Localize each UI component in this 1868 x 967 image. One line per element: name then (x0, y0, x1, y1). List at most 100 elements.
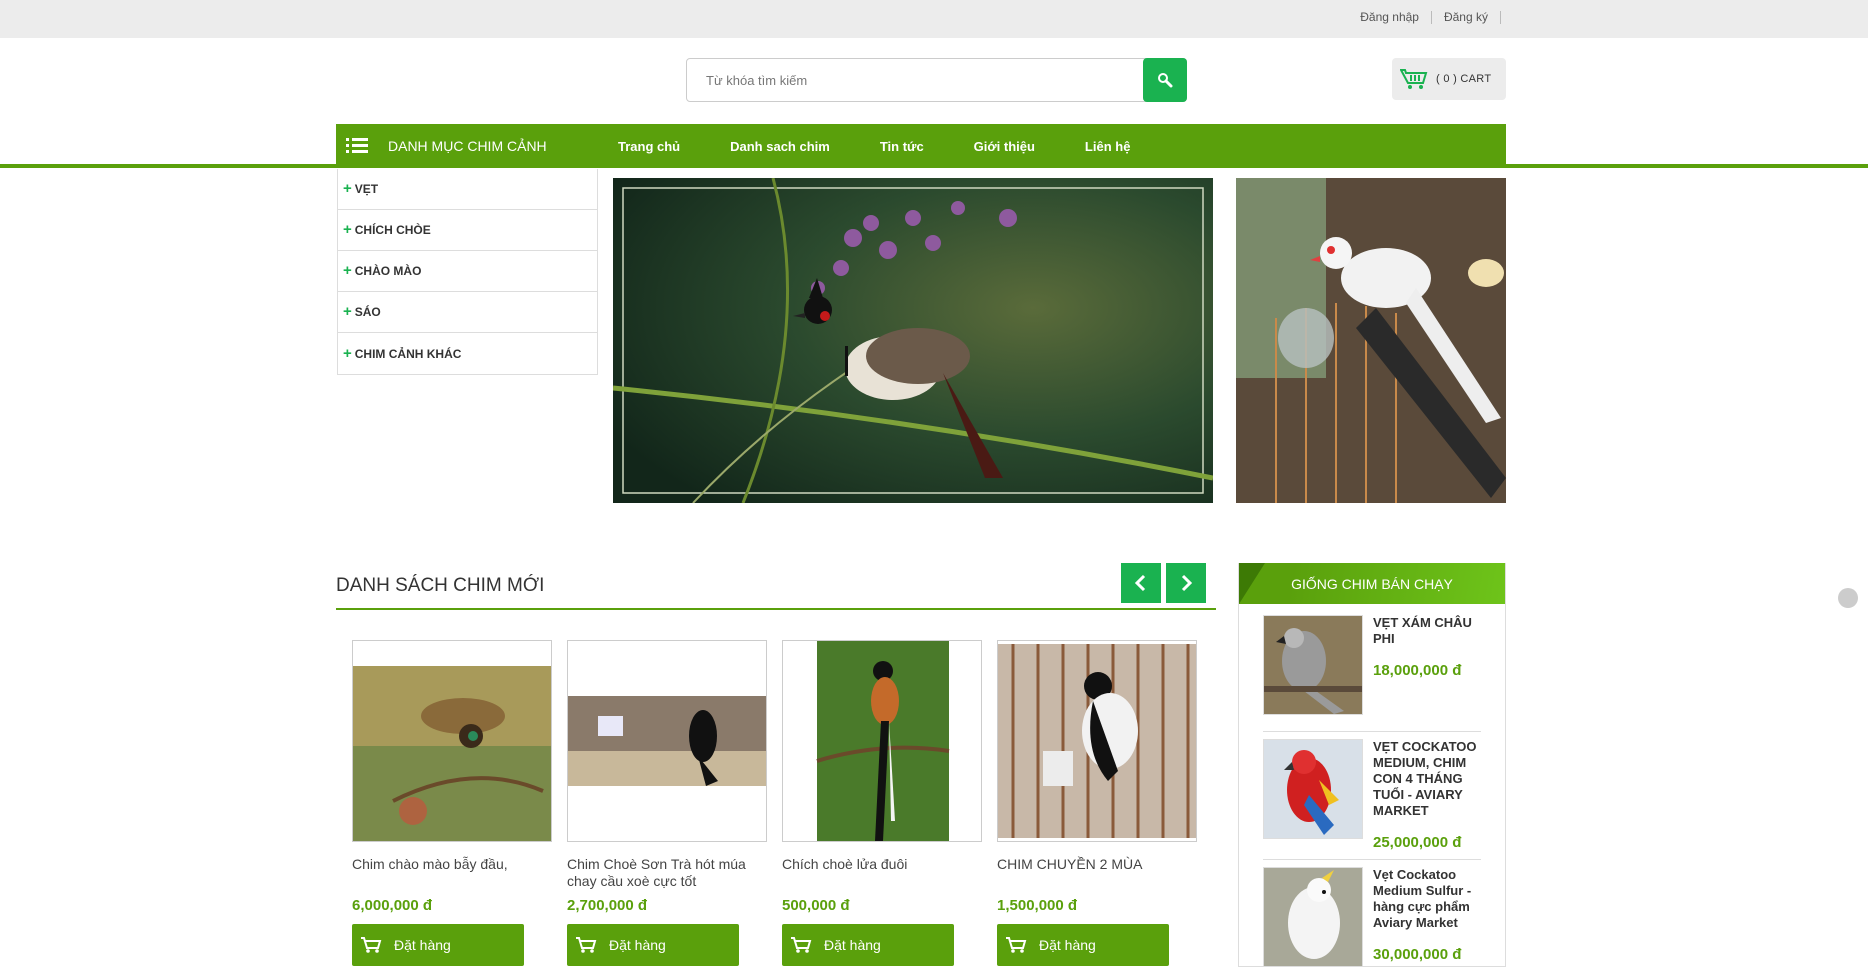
order-button[interactable]: Đặt hàng (997, 924, 1169, 966)
nav-link-contact[interactable]: Liên hệ (1085, 139, 1131, 154)
chevron-right-icon (1181, 574, 1193, 592)
bestseller-name[interactable]: VẸT COCKATOO MEDIUM, CHIM CON 4 THÁNG TU… (1373, 739, 1481, 819)
bestseller-header: GIỐNG CHIM BÁN CHẠY (1239, 563, 1505, 604)
search-box (686, 58, 1187, 102)
sidebar-item-label: CHIM CẢNH KHÁC (354, 346, 462, 361)
bestseller-item[interactable]: VẸT XÁM CHÂU PHI 18,000,000 đ (1263, 615, 1481, 715)
product-card[interactable]: CHIM CHUYỀN 2 MÙA 1,500,000 đ Đặt hàng (997, 640, 1197, 966)
category-sidebar: + VẸT + CHÍCH CHÒE + CHÀO MÀO + SÁO + CHIM CẢ… (337, 169, 598, 375)
bestseller-panel: GIỐNG CHIM BÁN CHẠY VẸT XÁM CHÂU PHI 18,… (1238, 563, 1506, 967)
bestseller-item[interactable]: VẸT COCKATOO MEDIUM, CHIM CON 4 THÁNG TU… (1263, 739, 1481, 851)
product-name[interactable]: Chích choè lửa đuôi (782, 856, 982, 896)
divider (1263, 731, 1481, 732)
divider (1263, 859, 1481, 860)
product-card[interactable]: Chích choè lửa đuôi 500,000 đ Đặt hàng (782, 640, 982, 966)
plus-icon: + (343, 262, 352, 279)
order-button-label: Đặt hàng (824, 937, 881, 953)
product-price: 500,000 đ (782, 897, 850, 914)
sidebar-item-label: CHÍCH CHÒE (354, 223, 431, 237)
register-link[interactable]: Đăng ký (1432, 11, 1501, 24)
hero-bird-photo (613, 178, 1213, 503)
bestseller-photo (1264, 740, 1362, 838)
bestseller-item[interactable]: Vẹt Cockatoo Medium Sulfur - hàng cực ph… (1263, 867, 1481, 966)
plus-icon: + (343, 344, 352, 362)
order-button[interactable]: Đặt hàng (567, 924, 739, 966)
product-image[interactable] (567, 640, 767, 842)
product-image[interactable] (352, 640, 552, 842)
product-image[interactable] (782, 640, 982, 842)
menu-list-icon (346, 138, 368, 153)
account-links: Đăng nhập Đăng ký (1348, 11, 1501, 24)
sidebar-item-parrot[interactable]: + VẸT (338, 169, 597, 210)
cart-icon (576, 937, 597, 953)
plus-icon: + (343, 221, 352, 238)
product-card[interactable]: Chim chào mào bẫy đầu, 6,000,000 đ Đặt h… (352, 640, 552, 966)
plus-icon: + (343, 303, 352, 320)
nav-link-bird-list[interactable]: Danh sach chim (730, 139, 830, 154)
bestseller-photo (1264, 616, 1362, 714)
order-button-label: Đặt hàng (394, 937, 451, 953)
product-card[interactable]: Chim Choè Sơn Trà hót múa chay cầu xoè c… (567, 640, 767, 966)
product-name[interactable]: Chim chào mào bẫy đầu, (352, 856, 552, 896)
bestseller-name[interactable]: VẸT XÁM CHÂU PHI (1373, 615, 1481, 647)
sidebar-item-magpie-robin[interactable]: + CHÍCH CHÒE (338, 210, 597, 251)
product-name[interactable]: Chim Choè Sơn Trà hót múa chay cầu xoè c… (567, 856, 767, 896)
sidebar-item-myna[interactable]: + SÁO (338, 292, 597, 333)
product-price: 6,000,000 đ (352, 897, 433, 914)
product-name[interactable]: CHIM CHUYỀN 2 MÙA (997, 856, 1197, 896)
cart-label: ( 0 ) CART (1436, 73, 1492, 85)
bestseller-image[interactable] (1263, 739, 1363, 839)
cart-basket-icon (1400, 69, 1428, 89)
product-photo (568, 641, 766, 841)
bestseller-title: GIỐNG CHIM BÁN CHẠY (1291, 575, 1453, 592)
bestseller-name[interactable]: Vẹt Cockatoo Medium Sulfur - hàng cực ph… (1373, 867, 1481, 931)
bestseller-info: Vẹt Cockatoo Medium Sulfur - hàng cực ph… (1373, 867, 1481, 966)
order-button[interactable]: Đặt hàng (352, 924, 524, 966)
product-photo (998, 641, 1196, 841)
nav-link-home[interactable]: Trang chủ (618, 139, 680, 154)
bestseller-image[interactable] (1263, 615, 1363, 715)
bestseller-info: VẸT COCKATOO MEDIUM, CHIM CON 4 THÁNG TU… (1373, 739, 1481, 851)
main-nav: DANH MỤC CHIM CẢNH Trang chủ Danh sach c… (336, 124, 1506, 168)
sidebar-item-label: VẸT (354, 182, 379, 196)
top-bar: Đăng nhập Đăng ký (0, 0, 1868, 38)
product-photo (353, 641, 551, 841)
side-banner-bird-photo (1236, 178, 1506, 503)
nav-link-about[interactable]: Giới thiệu (974, 139, 1035, 154)
category-menu-title: DANH MỤC CHIM CẢNH (388, 138, 547, 154)
cart-button[interactable]: ( 0 ) CART (1392, 58, 1506, 100)
order-button-label: Đặt hàng (1039, 937, 1096, 953)
chevron-left-icon (1134, 574, 1146, 592)
cart-icon (1006, 937, 1027, 953)
cart-icon (361, 937, 382, 953)
product-photo (783, 641, 981, 841)
login-link[interactable]: Đăng nhập (1348, 11, 1432, 24)
bestseller-image[interactable] (1263, 867, 1363, 966)
carousel-next-button[interactable] (1166, 563, 1206, 603)
search-icon (1158, 73, 1173, 88)
cart-icon (791, 937, 812, 953)
product-image[interactable] (997, 640, 1197, 842)
search-button[interactable] (1143, 58, 1187, 102)
hero-slider[interactable] (613, 178, 1213, 503)
scroll-to-top-button[interactable] (1838, 588, 1858, 608)
sidebar-item-other-birds[interactable]: + CHIM CẢNH KHÁC (338, 333, 597, 374)
nav-link-news[interactable]: Tin tức (880, 139, 924, 154)
sidebar-item-label: SÁO (354, 305, 381, 319)
carousel-prev-button[interactable] (1121, 563, 1161, 603)
plus-icon: + (343, 180, 352, 197)
bestseller-price: 18,000,000 đ (1373, 662, 1462, 679)
side-banner[interactable] (1236, 178, 1506, 503)
order-button-label: Đặt hàng (609, 937, 666, 953)
bestseller-photo (1264, 868, 1362, 966)
bestseller-price: 30,000,000 đ (1373, 946, 1462, 963)
bestseller-price: 25,000,000 đ (1373, 834, 1462, 851)
search-input[interactable] (687, 59, 1143, 101)
order-button[interactable]: Đặt hàng (782, 924, 954, 966)
category-menu-toggle[interactable]: DANH MỤC CHIM CẢNH (336, 124, 608, 168)
new-birds-title: DANH SÁCH CHIM MỚI (336, 575, 545, 596)
bestseller-info: VẸT XÁM CHÂU PHI 18,000,000 đ (1373, 615, 1481, 715)
sidebar-item-bulbul[interactable]: + CHÀO MÀO (338, 251, 597, 292)
nav-bar-wrapper: DANH MỤC CHIM CẢNH Trang chủ Danh sach c… (0, 124, 1868, 168)
product-price: 1,500,000 đ (997, 897, 1078, 914)
